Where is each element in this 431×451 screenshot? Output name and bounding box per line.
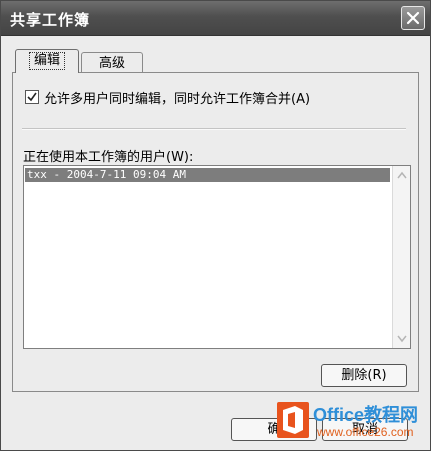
allow-multi-user-checkbox[interactable] xyxy=(25,90,39,104)
users-list-label: 正在使用本工作簿的用户(W): xyxy=(23,150,194,165)
chevron-up-icon xyxy=(397,171,407,179)
watermark-brand: Office教程网 xyxy=(313,405,419,425)
scroll-down-button[interactable] xyxy=(395,331,409,346)
users-listbox[interactable]: txx - 2004-7-11 09:04 AM xyxy=(23,165,411,349)
watermark-url: www.office26.com xyxy=(317,425,414,439)
allow-multi-user-label[interactable]: 允许多用户同时编辑，同时允许工作簿合并(A) xyxy=(44,88,310,107)
share-workbook-dialog: 共享工作簿 编辑 高级 允许多用户同时编辑，同时允许工作簿合并(A) 正在使用本… xyxy=(0,0,431,451)
users-scrollbar[interactable] xyxy=(392,166,410,348)
tab-edit-label: 编辑 xyxy=(28,52,65,70)
divider xyxy=(22,128,406,130)
chevron-down-icon xyxy=(397,335,407,343)
check-icon xyxy=(27,92,37,102)
close-button[interactable] xyxy=(401,6,425,30)
tab-advanced[interactable]: 高级 xyxy=(81,52,143,74)
tab-advanced-label: 高级 xyxy=(98,56,125,71)
delete-button[interactable]: 删除(R) xyxy=(321,364,407,387)
watermark: Office教程网 www.office26.com xyxy=(277,399,427,445)
tab-edit[interactable]: 编辑 xyxy=(15,49,79,73)
scroll-up-button[interactable] xyxy=(395,168,409,183)
title-bar[interactable]: 共享工作簿 xyxy=(1,1,430,36)
office-logo-icon xyxy=(277,402,309,438)
list-item[interactable]: txx - 2004-7-11 09:04 AM xyxy=(25,168,390,182)
close-icon xyxy=(406,11,420,25)
dialog-title: 共享工作簿 xyxy=(10,11,91,29)
edit-tab-panel: 允许多用户同时编辑，同时允许工作簿合并(A) 正在使用本工作簿的用户(W): t… xyxy=(12,72,419,392)
